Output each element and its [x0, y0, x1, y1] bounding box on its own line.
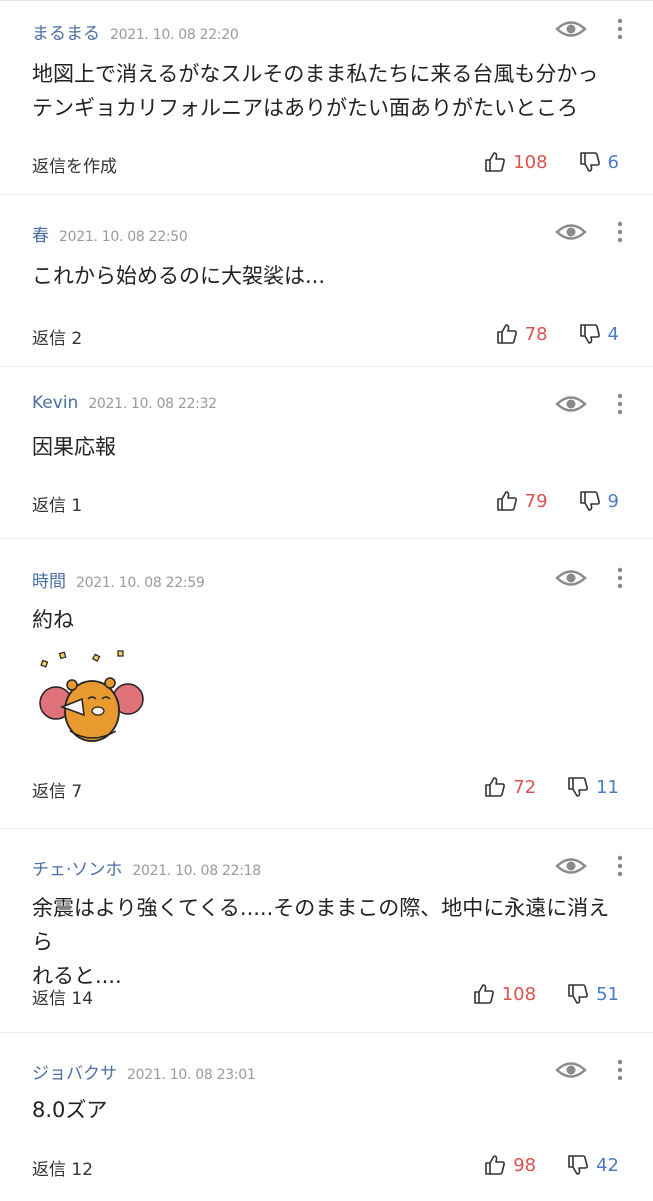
dislike-button[interactable]: 51 — [566, 982, 619, 1006]
reply-button[interactable]: 返信 12 — [32, 1155, 93, 1180]
comment-text-line: テンギョカリフォルニアはありがたい面ありがたいところ — [32, 96, 578, 120]
thumbs-up-icon — [485, 152, 506, 172]
more-vertical-icon[interactable] — [617, 1059, 623, 1081]
vote-bar: 108 51 — [472, 982, 619, 1006]
comment-text: 8.0ズア — [32, 1093, 623, 1127]
author-name[interactable]: 時間 — [32, 567, 66, 592]
like-button[interactable]: 78 — [495, 322, 548, 346]
comment-meta: 時間 2021. 10. 08 22:59 — [32, 567, 205, 592]
dislike-button[interactable]: 6 — [578, 150, 619, 174]
vote-bar: 79 9 — [495, 489, 619, 513]
eye-icon[interactable] — [555, 221, 587, 243]
reply-button[interactable]: 返信を作成 — [32, 152, 117, 177]
thumbs-down-icon — [568, 1155, 588, 1175]
author-name[interactable]: ジョバクサ — [32, 1059, 117, 1084]
comment-text: 余震はより強くてくる.....そのままこの際、地中に永遠に消えら れると.... — [32, 891, 623, 993]
thumbs-up-icon — [496, 491, 517, 511]
comment-date: 2021. 10. 08 23:01 — [127, 1067, 256, 1083]
comment-text-line: 8.0ズア — [32, 1098, 108, 1122]
comment-date: 2021. 10. 08 22:20 — [110, 27, 239, 43]
comment-item: 時間 2021. 10. 08 22:59 約ね 返信 7 72 11 — [0, 539, 653, 829]
like-button[interactable]: 108 — [472, 982, 536, 1006]
eye-icon[interactable] — [555, 393, 587, 415]
comment-text: 因果応報 — [32, 430, 623, 464]
reply-button[interactable]: 返信 2 — [32, 324, 82, 349]
thumbs-up-icon — [485, 1155, 506, 1175]
dislike-count: 42 — [596, 1154, 619, 1176]
thumbs-up-icon — [485, 777, 506, 797]
thumbs-down-icon — [568, 777, 588, 797]
comment-date: 2021. 10. 08 22:59 — [76, 575, 205, 591]
cheering-character-sticker — [39, 650, 144, 742]
comment-text: 約ね — [32, 603, 623, 637]
dislike-button[interactable]: 11 — [566, 775, 619, 799]
comment-meta: ジョバクサ 2021. 10. 08 23:01 — [32, 1059, 256, 1084]
comment-text-line: 余震はより強くてくる.....そのままこの際、地中に永遠に消えら — [32, 896, 610, 954]
thumbs-down-icon — [579, 491, 600, 511]
thumbs-down-icon — [579, 152, 600, 172]
vote-bar: 78 4 — [495, 322, 619, 346]
like-count: 108 — [513, 151, 548, 173]
like-count: 98 — [513, 1154, 537, 1176]
like-button[interactable]: 72 — [483, 775, 536, 799]
author-name[interactable]: 春 — [32, 221, 49, 246]
thumbs-up-icon — [473, 984, 494, 1004]
author-name[interactable]: チェ·ソンホ — [32, 855, 122, 880]
author-name[interactable]: まるまる — [32, 19, 100, 44]
more-vertical-icon[interactable] — [617, 393, 623, 415]
dislike-count: 6 — [607, 151, 619, 173]
author-name[interactable]: Kevin — [32, 393, 78, 413]
thumbs-up-icon — [496, 324, 517, 344]
more-vertical-icon[interactable] — [617, 18, 623, 40]
comment-meta: チェ·ソンホ 2021. 10. 08 22:18 — [32, 855, 261, 880]
more-vertical-icon[interactable] — [617, 221, 623, 243]
comment-meta: Kevin 2021. 10. 08 22:32 — [32, 393, 217, 413]
like-count: 108 — [501, 983, 537, 1005]
top-divider — [0, 0, 653, 7]
reply-button[interactable]: 返信 7 — [32, 777, 82, 802]
dislike-count: 4 — [607, 323, 619, 345]
comment-text-line: これから始めるのに大袈裟は... — [32, 264, 326, 288]
comment-meta: 春 2021. 10. 08 22:50 — [32, 221, 188, 246]
thumbs-down-icon — [568, 984, 588, 1004]
dislike-button[interactable]: 4 — [578, 322, 619, 346]
eye-icon[interactable] — [555, 1059, 587, 1081]
thumbs-down-icon — [579, 324, 600, 344]
comment-item: 春 2021. 10. 08 22:50 これから始めるのに大袈裟は... 返信… — [0, 195, 653, 367]
dislike-button[interactable]: 9 — [578, 489, 619, 513]
eye-icon[interactable] — [555, 18, 587, 40]
comment-text: これから始めるのに大袈裟は... — [32, 259, 623, 293]
like-button[interactable]: 79 — [495, 489, 548, 513]
dislike-count: 9 — [607, 490, 619, 512]
like-count: 79 — [524, 490, 548, 512]
reply-button[interactable]: 返信 1 — [32, 491, 82, 516]
eye-icon[interactable] — [555, 567, 587, 589]
dislike-button[interactable]: 42 — [566, 1153, 619, 1177]
comment-text: 地図上で消えるがなスルそのまま私たちに来る台風も分かっ テンギョカリフォルニアは… — [32, 57, 623, 125]
comment-meta: まるまる 2021. 10. 08 22:20 — [32, 19, 239, 44]
comment-item: まるまる 2021. 10. 08 22:20 地図上で消えるがなスルそのまま私… — [0, 7, 653, 195]
comment-date: 2021. 10. 08 22:18 — [132, 863, 261, 879]
comment-item: チェ·ソンホ 2021. 10. 08 22:18 余震はより強くてくる....… — [0, 829, 653, 1033]
comment-text-line: 約ね — [32, 608, 74, 632]
comment-item: Kevin 2021. 10. 08 22:32 因果応報 返信 1 79 9 — [0, 367, 653, 539]
more-vertical-icon[interactable] — [617, 855, 623, 877]
comment-item: ジョバクサ 2021. 10. 08 23:01 8.0ズア 返信 12 98 … — [0, 1033, 653, 1201]
vote-bar: 72 11 — [483, 775, 619, 799]
vote-bar: 108 6 — [483, 150, 619, 174]
like-button[interactable]: 108 — [483, 150, 548, 174]
dislike-count: 11 — [596, 776, 619, 798]
like-count: 72 — [513, 776, 537, 798]
more-vertical-icon[interactable] — [617, 567, 623, 589]
comment-date: 2021. 10. 08 22:32 — [88, 396, 217, 412]
dislike-count: 51 — [596, 983, 619, 1005]
vote-bar: 98 42 — [483, 1153, 619, 1177]
like-button[interactable]: 98 — [483, 1153, 536, 1177]
like-count: 78 — [524, 323, 548, 345]
eye-icon[interactable] — [555, 855, 587, 877]
comment-text-line: 因果応報 — [32, 435, 116, 459]
comment-text-line: 地図上で消えるがなスルそのまま私たちに来る台風も分かっ — [32, 62, 599, 86]
comment-date: 2021. 10. 08 22:50 — [59, 229, 188, 245]
reply-button[interactable]: 返信 14 — [32, 984, 93, 1009]
